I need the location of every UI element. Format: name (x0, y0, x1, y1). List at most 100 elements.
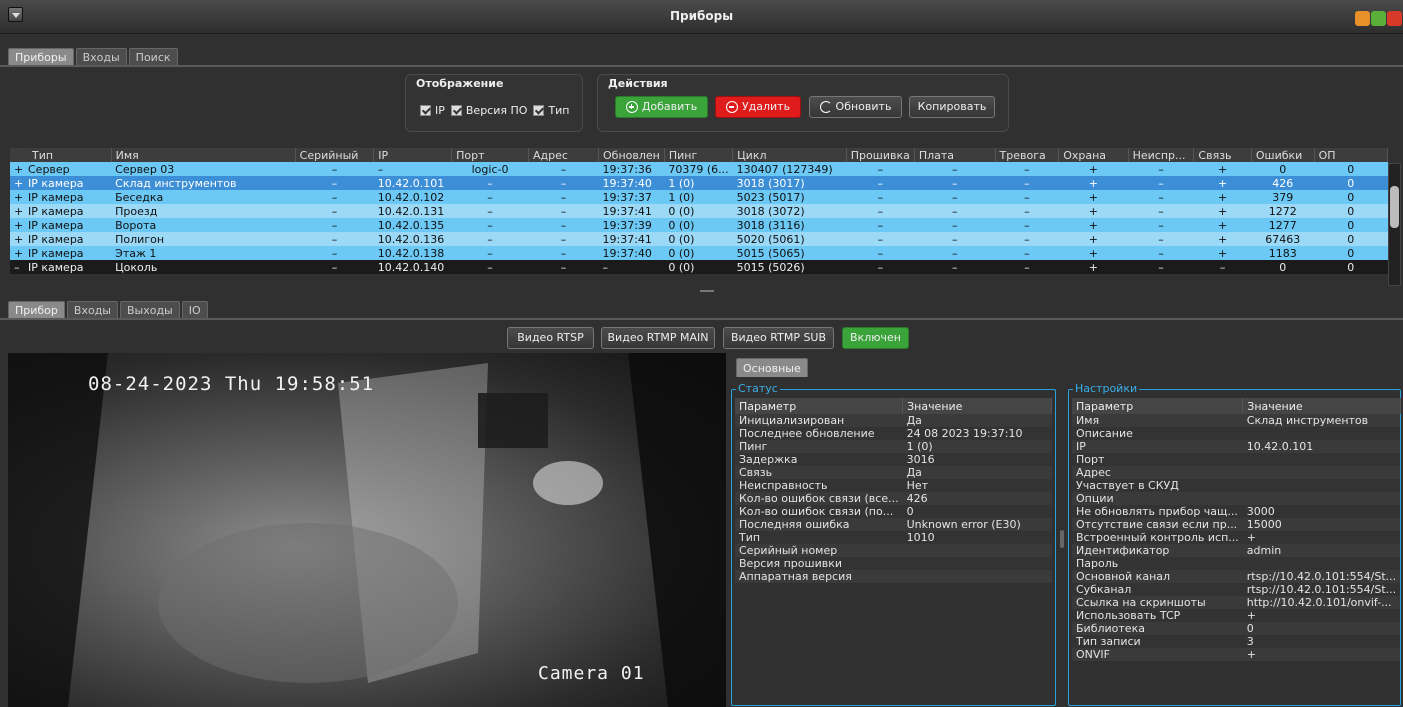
col-link[interactable]: Связь (1193, 148, 1252, 162)
settings-row[interactable]: Не обновлять прибор чащ... 3000 (1072, 505, 1401, 518)
expand-toggle-icon[interactable]: + (14, 247, 28, 260)
status-value: 3016 (902, 453, 1052, 466)
tab-devices[interactable]: Приборы (8, 48, 74, 65)
settings-row[interactable]: Порт (1072, 453, 1401, 466)
col-guard[interactable]: Охрана (1058, 148, 1129, 162)
settings-row[interactable]: Опции (1072, 492, 1401, 505)
settings-row[interactable]: Описание (1072, 427, 1401, 440)
maximize-icon[interactable] (1371, 11, 1386, 26)
col-cycle[interactable]: Цикл (732, 148, 847, 162)
tab-main-info[interactable]: Основные (736, 358, 808, 377)
table-row[interactable]: + IP камера Этаж 1–10.42.0.138– –19:37:40 0 … (10, 246, 1388, 260)
scrollbar-thumb[interactable] (1390, 186, 1399, 228)
col-ip[interactable]: IP (373, 148, 453, 162)
status-row[interactable]: Кол-во ошибок связи (по... 0 (735, 505, 1052, 518)
settings-row[interactable]: Библиотека 0 (1072, 622, 1401, 635)
settings-row[interactable]: Адрес (1072, 466, 1401, 479)
settings-row[interactable]: IP 10.42.0.101 (1072, 440, 1401, 453)
table-row[interactable]: + IP камера Ворота –10.42.0.135– –19:37:39 0 … (10, 218, 1388, 232)
col-type[interactable]: Тип (10, 148, 112, 162)
col-op[interactable]: ОП (1314, 148, 1389, 162)
expand-toggle-icon[interactable]: + (14, 191, 28, 204)
video-rtmp-sub-button[interactable]: Видео RTMP SUB (723, 327, 834, 349)
col-name[interactable]: Имя (111, 148, 296, 162)
table-row[interactable]: + IP камера Беседка –10.42.0.102– –19:37:37 1… (10, 190, 1388, 204)
close-icon[interactable] (1387, 11, 1402, 26)
status-row[interactable]: Кол-во ошибок связи (все... 426 (735, 492, 1052, 505)
settings-row[interactable]: Отсутствие связи если пр... 15000 (1072, 518, 1401, 531)
col-serial[interactable]: Серийный (295, 148, 375, 162)
col-firmware[interactable]: Прошивка (846, 148, 915, 162)
expand-toggle-icon[interactable]: + (14, 205, 28, 218)
refresh-button[interactable]: Обновить (809, 96, 902, 118)
video-rtmp-main-button[interactable]: Видео RTMP MAIN (601, 327, 715, 349)
settings-row[interactable]: Основной канал rtsp://10.42.0.101:554/St.… (1072, 570, 1401, 583)
copy-button[interactable]: Копировать (909, 96, 995, 118)
table-row[interactable]: + Сервер Сервер 03– – logic-0–19:37:36 70379 … (10, 162, 1388, 176)
status-row[interactable]: Связь Да (735, 466, 1052, 479)
add-button[interactable]: Добавить (615, 96, 708, 118)
col-board[interactable]: Плата (914, 148, 996, 162)
settings-param-header[interactable]: Параметр (1072, 398, 1244, 414)
tab-device-inputs[interactable]: Входы (66, 301, 118, 318)
status-row[interactable]: Серийный номер (735, 544, 1052, 557)
settings-row[interactable]: Ссылка на скриншоты http://10.42.0.101/on… (1072, 596, 1401, 609)
settings-row[interactable]: Использовать TCP + (1072, 609, 1401, 622)
type-checkbox[interactable]: Тип (533, 104, 570, 117)
settings-row[interactable]: Пароль (1072, 557, 1401, 570)
settings-row[interactable]: Имя Склад инструментов (1072, 414, 1401, 427)
table-cell-guard: + (1058, 204, 1129, 218)
status-row[interactable]: Последнее обновление 24 08 2023 19:37:10 (735, 427, 1052, 440)
settings-value-header[interactable]: Значение (1242, 398, 1401, 414)
splitter-handle[interactable] (700, 290, 714, 292)
settings-row[interactable]: Встроенный контроль исп... + (1072, 531, 1401, 544)
delete-button[interactable]: Удалить (715, 96, 801, 118)
settings-row[interactable]: Тип записи 3 (1072, 635, 1401, 648)
expand-toggle-icon[interactable]: + (14, 233, 28, 246)
tab-device-outputs[interactable]: Выходы (119, 301, 180, 318)
device-type: IP камера (28, 246, 84, 260)
enabled-toggle[interactable]: Включен (842, 327, 909, 349)
tab-inputs[interactable]: Входы (75, 48, 127, 65)
status-row[interactable]: Тип 1010 (735, 531, 1052, 544)
status-row[interactable]: Версия прошивки (735, 557, 1052, 570)
col-port[interactable]: Порт (451, 148, 529, 162)
col-errors[interactable]: Ошибки (1251, 148, 1315, 162)
status-row[interactable]: Аппаратная версия (735, 570, 1052, 583)
camera-video[interactable]: 08-24-2023 Thu 19:58:51 Camera 01 (8, 353, 726, 707)
expand-toggle-icon[interactable]: + (14, 163, 28, 176)
col-alarm[interactable]: Тревога (995, 148, 1060, 162)
settings-row[interactable]: Идентификатор admin (1072, 544, 1401, 557)
status-row[interactable]: Задержка 3016 (735, 453, 1052, 466)
expand-toggle-icon[interactable]: + (14, 219, 28, 232)
video-rtsp-button[interactable]: Видео RTSP (507, 327, 594, 349)
table-scrollbar[interactable] (1388, 163, 1401, 286)
settings-param: Библиотека (1072, 622, 1243, 635)
table-row[interactable]: + IP камера Склад инструментов –10.42.0.101… (10, 176, 1388, 190)
tab-io[interactable]: IO (181, 301, 208, 318)
tab-search[interactable]: Поиск (128, 48, 178, 65)
settings-row[interactable]: ONVIF + (1072, 648, 1401, 661)
tab-device[interactable]: Прибор (8, 301, 65, 318)
table-row[interactable]: + IP камера Проезд –10.42.0.131– –19:37:41 0 … (10, 204, 1388, 218)
status-row[interactable]: Пинг 1 (0) (735, 440, 1052, 453)
settings-row[interactable]: Субканал rtsp://10.42.0.101:554/St... (1072, 583, 1401, 596)
status-value-header[interactable]: Значение (902, 398, 1052, 414)
minimize-icon[interactable] (1355, 11, 1370, 26)
status-param-header[interactable]: Параметр (735, 398, 904, 414)
status-row[interactable]: Неисправность Нет (735, 479, 1052, 492)
firmware-checkbox[interactable]: Версия ПО (450, 104, 527, 117)
col-address[interactable]: Адрес (528, 148, 600, 162)
expand-toggle-icon[interactable]: + (14, 177, 28, 190)
col-ping[interactable]: Пинг (664, 148, 734, 162)
ip-checkbox[interactable]: IP (420, 104, 445, 117)
panel-splitter[interactable] (1060, 530, 1064, 548)
col-fault[interactable]: Неиспр... (1128, 148, 1195, 162)
status-row[interactable]: Последняя ошибка Unknown error (E30) (735, 518, 1052, 531)
expand-toggle-icon[interactable]: – (14, 261, 28, 274)
table-row[interactable]: – IP камера Цоколь –10.42.0.140– – –0 (0) 5015… (10, 260, 1388, 274)
status-row[interactable]: Инициализирован Да (735, 414, 1052, 427)
col-updated[interactable]: Обновлен (598, 148, 665, 162)
settings-row[interactable]: Участвует в СКУД (1072, 479, 1401, 492)
table-row[interactable]: + IP камера Полигон –10.42.0.136– –19:37:41 0… (10, 232, 1388, 246)
